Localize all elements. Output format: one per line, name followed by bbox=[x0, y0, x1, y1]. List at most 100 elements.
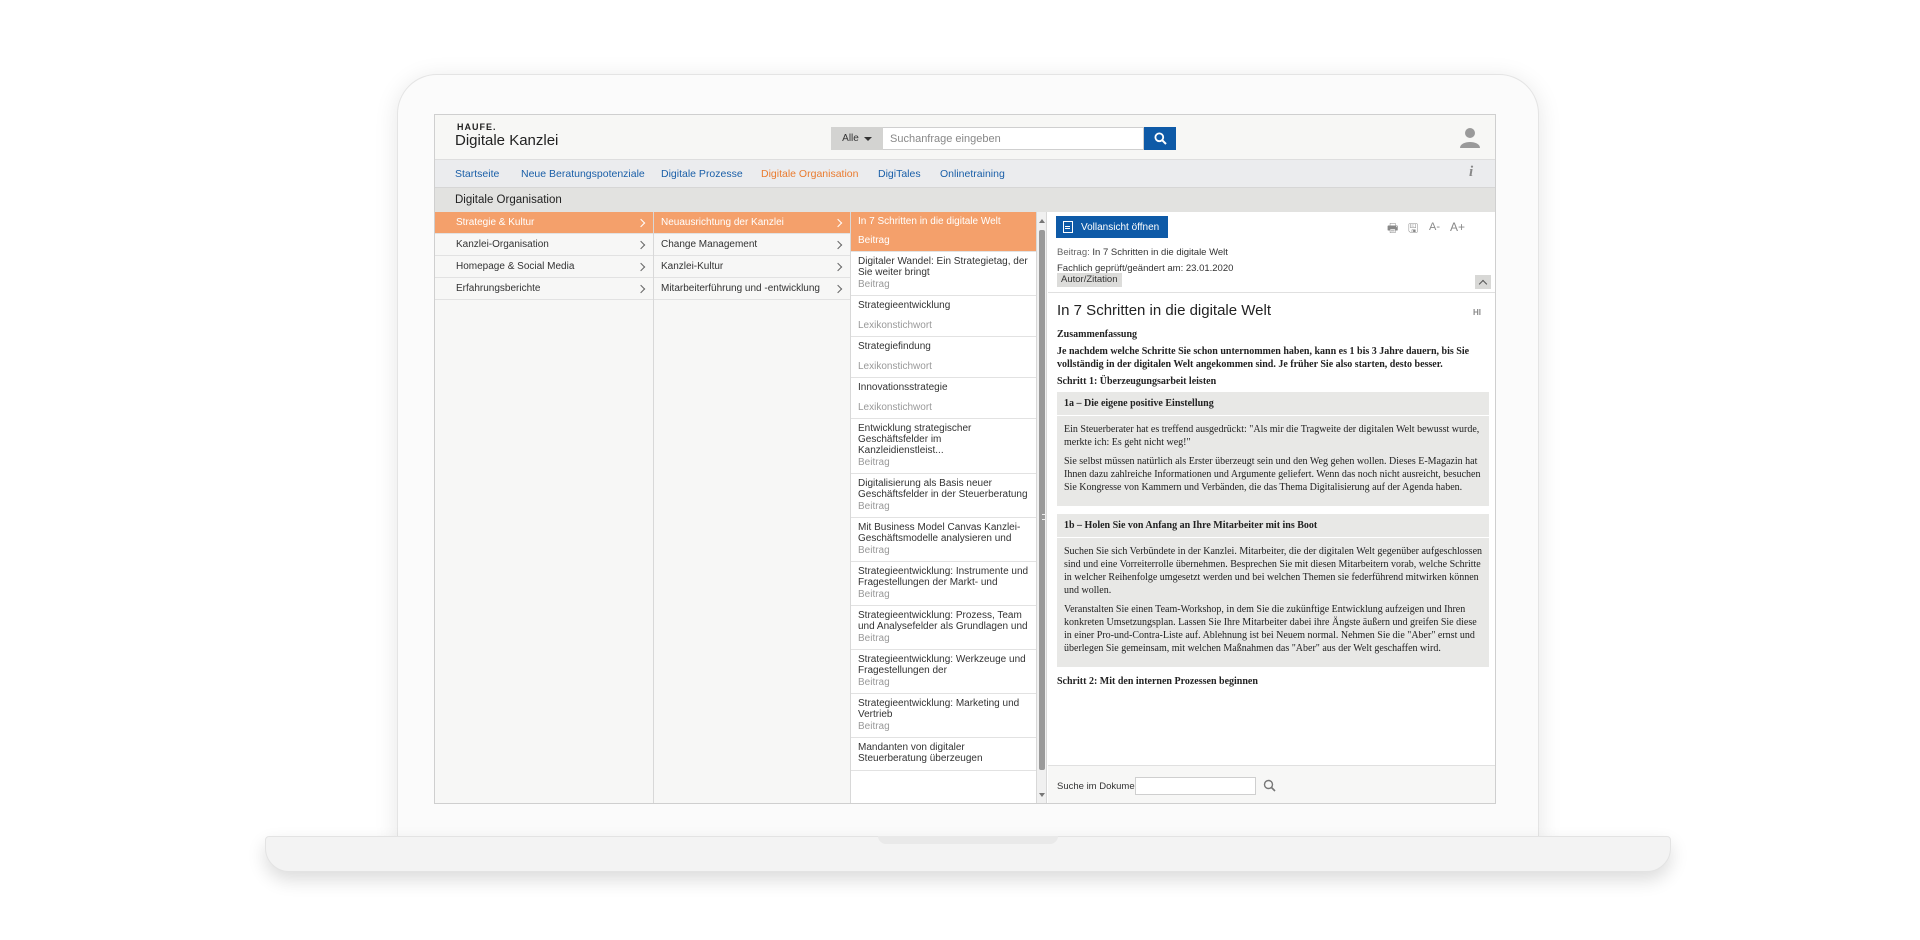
document-search-input[interactable] bbox=[1135, 777, 1256, 795]
stage: HAUFE. Digitale Kanzlei Alle Suchanfrage… bbox=[0, 0, 1920, 940]
chevron-right-icon bbox=[833, 284, 843, 294]
detail-panel: Vollansicht öffnen 🖶 🖫 A- A+ Beitrag: In… bbox=[1048, 212, 1495, 803]
document-type: Lexikonstichwort bbox=[858, 402, 932, 413]
font-smaller-button[interactable]: A- bbox=[1429, 221, 1440, 233]
document-title: Strategieentwicklung: Werkzeuge und Frag… bbox=[858, 654, 1026, 676]
document-type: Beitrag bbox=[858, 633, 890, 644]
laptop-notch bbox=[878, 836, 1058, 844]
search-scope-select[interactable]: Alle bbox=[831, 127, 883, 150]
collapse-button[interactable] bbox=[1475, 275, 1491, 289]
summary-heading: Zusammenfassung bbox=[1057, 329, 1138, 340]
document-type: Lexikonstichwort bbox=[858, 320, 932, 331]
document-type: Beitrag bbox=[858, 721, 890, 732]
nav-item-beratungspotenziale[interactable]: Neue Beratungspotenziale bbox=[521, 168, 645, 180]
main-nav: Startseite Neue Beratungspotenziale Digi… bbox=[435, 159, 1495, 187]
hl-badge: HI bbox=[1473, 308, 1481, 317]
checked-meta-value: 23.01.2020 bbox=[1185, 263, 1234, 274]
open-full-view-button[interactable]: Vollansicht öffnen bbox=[1056, 216, 1168, 238]
document-title: Digitalisierung als Basis neuer Geschäft… bbox=[858, 478, 1028, 500]
article-title: In 7 Schritten in die digitale Welt bbox=[1057, 302, 1272, 319]
subcategory-item[interactable]: Neuausrichtung der Kanzlei bbox=[654, 212, 850, 234]
document-item[interactable]: Digitaler Wandel: Ein Strategietag, der … bbox=[851, 252, 1036, 296]
chevron-right-icon bbox=[833, 240, 843, 250]
search-button[interactable] bbox=[1144, 127, 1176, 150]
user-icon[interactable] bbox=[1459, 126, 1481, 148]
document-type: Beitrag bbox=[858, 235, 890, 246]
document-item[interactable]: Strategieentwicklung: Prozess, Team und … bbox=[851, 606, 1036, 650]
brand-logo: HAUFE. bbox=[457, 122, 497, 132]
chevron-right-icon bbox=[636, 284, 646, 294]
category-label: Kanzlei-Organisation bbox=[456, 239, 549, 250]
document-item[interactable]: Mit Business Model Canvas Kanzlei-Geschä… bbox=[851, 518, 1036, 562]
document-title: Strategiefindung bbox=[858, 341, 931, 352]
document-item[interactable]: Strategieentwicklung Lexikonstichwort bbox=[851, 296, 1036, 337]
document-item[interactable]: Digitalisierung als Basis neuer Geschäft… bbox=[851, 474, 1036, 518]
scroll-thumb[interactable] bbox=[1039, 230, 1046, 770]
paragraph: Suchen Sie sich Verbündete in der Kanzle… bbox=[1064, 546, 1483, 596]
nav-item-digitales[interactable]: DigiTales bbox=[878, 168, 921, 180]
nav-item-startseite[interactable]: Startseite bbox=[455, 168, 499, 180]
scroll-down-icon[interactable] bbox=[1039, 793, 1045, 797]
paragraph: Ein Steuerberater hat es treffend ausged… bbox=[1064, 424, 1480, 448]
document-type: Beitrag bbox=[858, 279, 890, 290]
subcategory-item[interactable]: Change Management bbox=[654, 234, 850, 256]
subcategory-label: Mitarbeiterführung und -entwicklung bbox=[661, 283, 820, 294]
header: HAUFE. Digitale Kanzlei Alle bbox=[435, 115, 1495, 159]
nav-item-digitale-organisation[interactable]: Digitale Organisation bbox=[761, 168, 858, 180]
document-item[interactable]: Strategieentwicklung: Marketing und Vert… bbox=[851, 694, 1036, 738]
summary-text: Je nachdem welche Schritte Sie schon unt… bbox=[1057, 346, 1470, 370]
nav-item-onlinetraining[interactable]: Onlinetraining bbox=[940, 168, 1005, 180]
divider bbox=[1048, 292, 1495, 293]
search-scope-label: Alle bbox=[842, 133, 859, 144]
document-title: Strategieentwicklung: Instrumente und Fr… bbox=[858, 566, 1029, 588]
document-title: In 7 Schritten in die digitale Welt bbox=[858, 216, 1001, 227]
document-item[interactable]: In 7 Schritten in die digitale Welt Beitr… bbox=[851, 212, 1036, 252]
chevron-down-icon bbox=[863, 136, 872, 141]
category-item[interactable]: Kanzlei-Organisation bbox=[435, 234, 653, 256]
subcategory-column: Neuausrichtung der Kanzlei Change Manage… bbox=[654, 212, 851, 803]
scroll-up-icon[interactable] bbox=[1039, 219, 1045, 223]
category-item[interactable]: Strategie & Kultur bbox=[435, 212, 653, 234]
document-list-scrollbar[interactable] bbox=[1037, 212, 1047, 803]
document-item[interactable]: Entwicklung strategischer Geschäftsfelde… bbox=[851, 419, 1036, 474]
document-type: Beitrag bbox=[858, 589, 890, 600]
subcategory-label: Neuausrichtung der Kanzlei bbox=[661, 217, 784, 228]
category-label: Homepage & Social Media bbox=[456, 261, 575, 272]
document-item[interactable]: Mandanten von digitaler Steuerberatung ü… bbox=[851, 738, 1036, 771]
print-icon[interactable]: 🖶 bbox=[1387, 219, 1398, 240]
open-full-view-label: Vollansicht öffnen bbox=[1081, 221, 1160, 233]
document-title: Digitaler Wandel: Ein Strategietag, der … bbox=[858, 256, 1028, 278]
document-item[interactable]: Strategieentwicklung: Instrumente und Fr… bbox=[851, 562, 1036, 606]
section-box-heading: 1a – Die eigene positive Einstellung bbox=[1057, 392, 1489, 416]
category-item[interactable]: Erfahrungsberichte bbox=[435, 278, 653, 300]
subcategory-item[interactable]: Kanzlei-Kultur bbox=[654, 256, 850, 278]
document-item[interactable]: Innovationsstrategie Lexikonstichwort bbox=[851, 378, 1036, 419]
document-type: Beitrag bbox=[858, 545, 890, 556]
font-larger-button[interactable]: A+ bbox=[1450, 220, 1465, 234]
page-title: Digitale Organisation bbox=[455, 194, 562, 206]
brand-title[interactable]: Digitale Kanzlei bbox=[455, 132, 558, 149]
document-title: Strategieentwicklung bbox=[858, 300, 951, 311]
section-box: 1b – Holen Sie von Anfang an Ihre Mitarb… bbox=[1057, 514, 1489, 667]
document-item[interactable]: Strategieentwicklung: Werkzeuge und Frag… bbox=[851, 650, 1036, 694]
category-item[interactable]: Homepage & Social Media bbox=[435, 256, 653, 278]
subcategory-item[interactable]: Mitarbeiterführung und -entwicklung bbox=[654, 278, 850, 300]
chevron-right-icon bbox=[636, 262, 646, 272]
info-icon[interactable]: i bbox=[1469, 164, 1473, 181]
search-bar: Alle bbox=[831, 127, 1176, 150]
chevron-right-icon bbox=[833, 262, 843, 272]
document-item[interactable]: Strategiefindung Lexikonstichwort bbox=[851, 337, 1036, 378]
step1-heading: Schritt 1: Überzeugungsarbeit leisten bbox=[1057, 376, 1217, 387]
chevron-right-icon bbox=[833, 218, 843, 228]
search-icon[interactable] bbox=[1262, 778, 1278, 794]
author-citation-button[interactable]: Autor/Zitation bbox=[1057, 273, 1122, 287]
search-input[interactable] bbox=[883, 127, 1144, 150]
category-label: Erfahrungsberichte bbox=[456, 283, 541, 294]
detail-toolbar: Vollansicht öffnen 🖶 🖫 A- A+ bbox=[1048, 212, 1495, 242]
save-icon[interactable]: 🖫 bbox=[1408, 219, 1418, 240]
nav-item-digitale-prozesse[interactable]: Digitale Prozesse bbox=[661, 168, 743, 180]
step2-heading: Schritt 2: Mit den internen Prozessen be… bbox=[1057, 676, 1258, 687]
subcategory-label: Change Management bbox=[661, 239, 758, 250]
document-title: Strategieentwicklung: Prozess, Team und … bbox=[858, 610, 1028, 632]
document-title: Strategieentwicklung: Marketing und Vert… bbox=[858, 698, 1020, 720]
